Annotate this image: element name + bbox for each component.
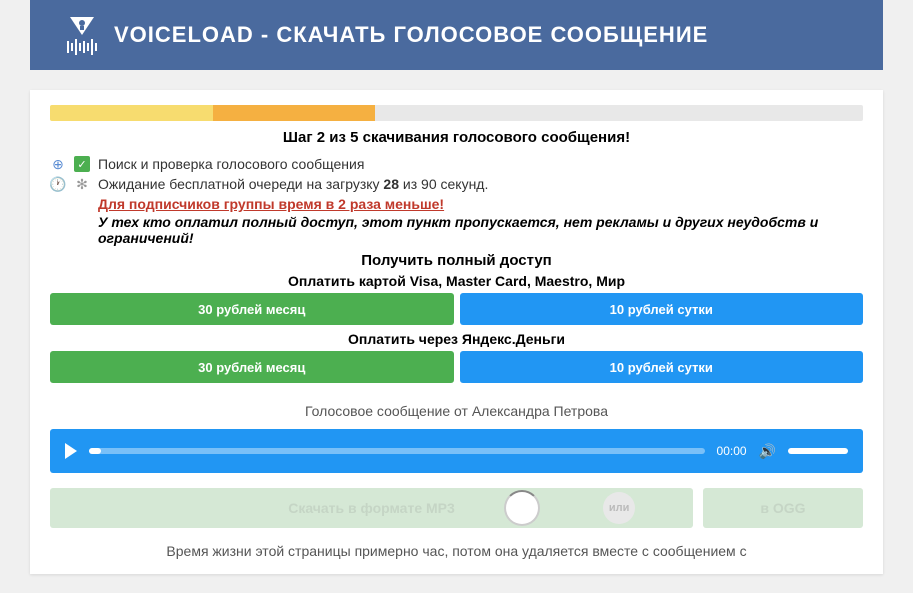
- footer-text: Время жизни этой страницы примерно час, …: [50, 543, 863, 559]
- status-wait-text: Ожидание бесплатной очереди на загрузку …: [98, 176, 488, 192]
- play-icon[interactable]: [65, 443, 77, 459]
- pay-yandex-month-button[interactable]: 30 рублей месяц: [50, 351, 454, 383]
- pay-yandex-label: Оплатить через Яндекс.Деньги: [50, 331, 863, 347]
- audio-player[interactable]: 00:00 🔊: [50, 429, 863, 473]
- pay-card-month-button[interactable]: 30 рублей месяц: [50, 293, 454, 325]
- audio-time: 00:00: [717, 444, 747, 458]
- page-header: VOICELOAD - СКАЧАТЬ ГОЛОСОВОЕ СООБЩЕНИЕ: [30, 0, 883, 70]
- download-row: Скачать в формате MP3 в OGG или: [50, 488, 863, 528]
- target-icon: ⊕: [50, 156, 66, 172]
- logo-icon: [60, 13, 104, 57]
- loading-spinner-icon: [504, 490, 540, 526]
- wait-count: 28: [383, 176, 399, 192]
- check-icon: ✓: [74, 156, 90, 172]
- wait-suffix: секунд.: [437, 176, 489, 192]
- wait-prefix: Ожидание бесплатной очереди на загрузку: [98, 176, 383, 192]
- step-title: Шаг 2 из 5 скачивания голосового сообщен…: [50, 129, 863, 146]
- wait-mid: из: [399, 176, 421, 192]
- pay-yandex-day-button[interactable]: 10 рублей сутки: [460, 351, 864, 383]
- full-access-note: У тех кто оплатил полный доступ, этот пу…: [98, 214, 863, 246]
- voice-message-label: Голосовое сообщение от Александра Петров…: [50, 403, 863, 419]
- progress-step-3: [375, 105, 538, 121]
- progress-bar: [50, 105, 863, 121]
- status-row-wait: 🕐 ✻ Ожидание бесплатной очереди на загру…: [50, 176, 863, 192]
- logo: VOICELOAD - СКАЧАТЬ ГОЛОСОВОЕ СООБЩЕНИЕ: [60, 13, 708, 57]
- download-ogg-button[interactable]: в OGG: [703, 488, 863, 528]
- pay-card-label: Оплатить картой Visa, Master Card, Maest…: [50, 273, 863, 289]
- subscribers-link[interactable]: Для подписчиков группы время в 2 раза ме…: [98, 196, 444, 212]
- progress-step-1: [50, 105, 213, 121]
- card-button-row: 30 рублей месяц 10 рублей сутки: [50, 293, 863, 325]
- status-row-check: ⊕ ✓ Поиск и проверка голосового сообщени…: [50, 156, 863, 172]
- or-badge: или: [603, 492, 635, 524]
- spinner-icon: ✻: [74, 176, 90, 192]
- yandex-button-row: 30 рублей месяц 10 рублей сутки: [50, 351, 863, 383]
- status-check-text: Поиск и проверка голосового сообщения: [98, 156, 364, 172]
- volume-slider[interactable]: [788, 448, 848, 454]
- audio-progress-fill: [89, 448, 101, 454]
- clock-icon: 🕐: [50, 176, 66, 192]
- wait-total: 90: [421, 176, 437, 192]
- download-mp3-button[interactable]: Скачать в формате MP3: [50, 488, 693, 528]
- volume-icon[interactable]: 🔊: [759, 443, 776, 460]
- audio-progress[interactable]: [89, 448, 705, 454]
- pay-card-day-button[interactable]: 10 рублей сутки: [460, 293, 864, 325]
- main-content: Шаг 2 из 5 скачивания голосового сообщен…: [30, 90, 883, 574]
- progress-step-4: [538, 105, 701, 121]
- header-title: VOICELOAD - СКАЧАТЬ ГОЛОСОВОЕ СООБЩЕНИЕ: [114, 22, 708, 48]
- progress-step-2: [213, 105, 376, 121]
- progress-step-5: [700, 105, 863, 121]
- access-title: Получить полный доступ: [50, 252, 863, 269]
